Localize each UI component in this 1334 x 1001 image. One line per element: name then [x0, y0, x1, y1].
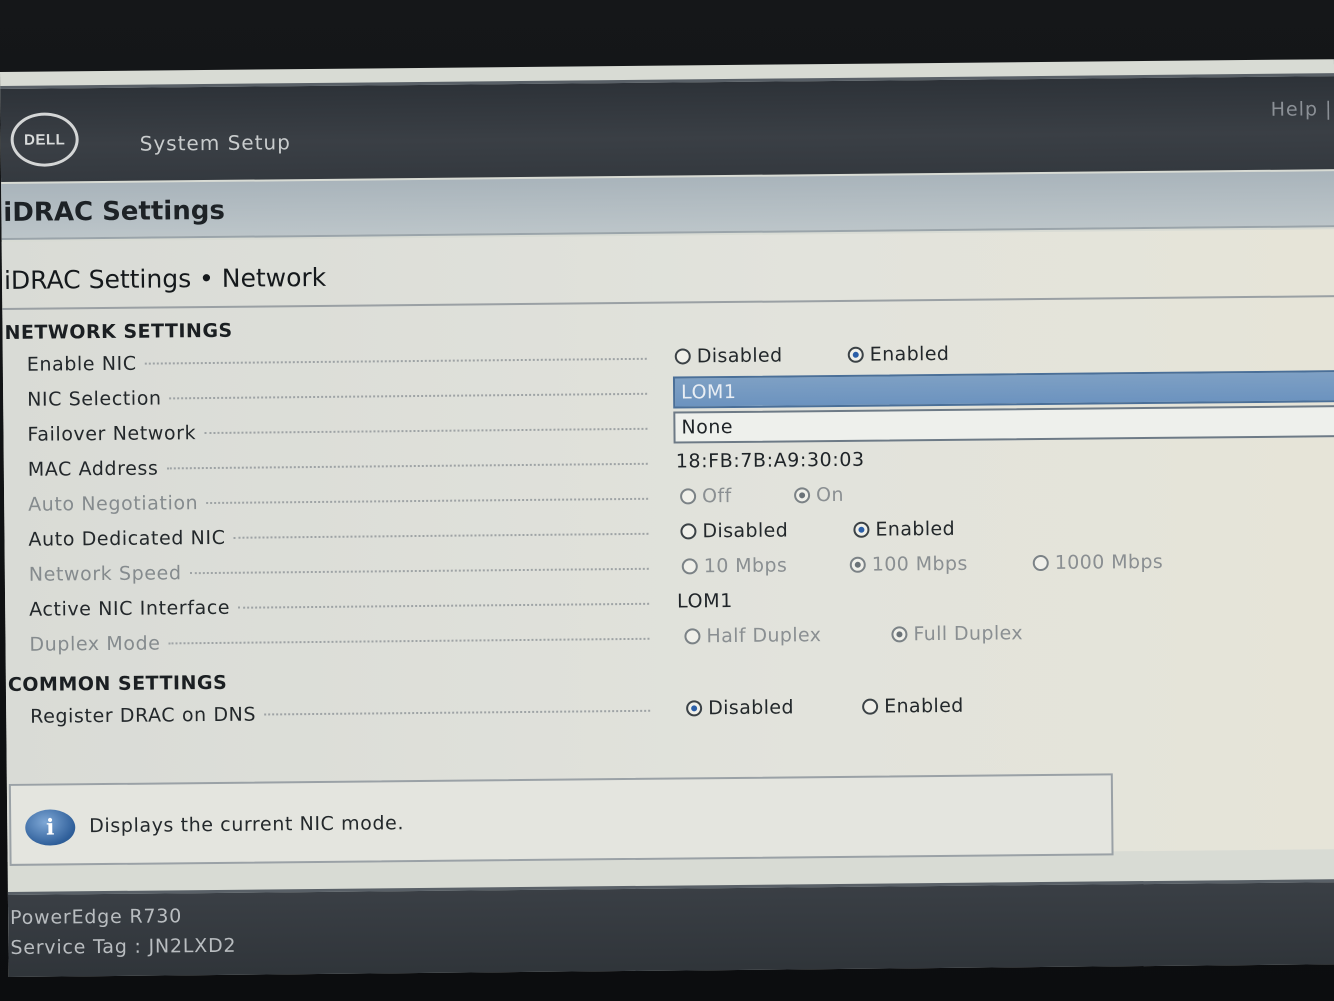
failover-network-dropdown[interactable]: None — [673, 405, 1334, 444]
radio-off-icon — [680, 488, 697, 505]
radio-off-icon — [862, 698, 879, 715]
radio-off-icon — [1032, 554, 1049, 572]
network-speed-1000-radio[interactable]: 1000 Mbps — [1032, 551, 1163, 574]
register-drac-disabled-radio[interactable]: Disabled — [686, 696, 794, 719]
system-model: PowerEdge R730 — [10, 905, 183, 929]
register-drac-enabled-radio[interactable]: Enabled — [862, 695, 964, 718]
radio-on-icon — [853, 521, 870, 538]
radio-off-icon — [681, 558, 698, 575]
duplex-mode-half-radio[interactable]: Half Duplex — [684, 624, 822, 647]
active-nic-interface-value: LOM1 — [677, 589, 733, 613]
network-speed-10-radio[interactable]: 10 Mbps — [681, 554, 787, 577]
system-footer: PowerEdge R730 Service Tag : JN2LXD2 — [7, 879, 1334, 977]
dell-logo: DELL — [10, 112, 79, 167]
radio-on-icon — [891, 626, 908, 643]
auto-negotiation-off-radio[interactable]: Off — [680, 485, 732, 507]
auto-dedicated-nic-disabled-radio[interactable]: Disabled — [680, 519, 788, 542]
failover-network-label: Failover Network — [27, 417, 648, 446]
radio-off-icon — [684, 628, 701, 645]
enable-nic-disabled-radio[interactable]: Disabled — [674, 345, 783, 368]
radio-on-icon — [686, 700, 703, 717]
help-link[interactable]: Help | — [1271, 98, 1333, 121]
auto-dedicated-nic-enabled-radio[interactable]: Enabled — [853, 518, 955, 541]
radio-off-icon — [680, 523, 697, 540]
network-speed-label: Network Speed — [29, 557, 649, 586]
network-settings-heading: NETWORK SETTINGS — [4, 319, 233, 344]
nic-selection-label: NIC Selection — [27, 382, 648, 411]
duplex-mode-full-radio[interactable]: Full Duplex — [891, 622, 1023, 645]
common-settings-heading: COMMON SETTINGS — [7, 671, 228, 696]
app-title: System Setup — [139, 130, 291, 156]
subtitle-divider — [2, 295, 1334, 310]
nic-selection-dropdown[interactable]: LOM1 — [672, 370, 1334, 409]
page-title: iDRAC Settings — [3, 195, 225, 228]
settings-content: iDRAC Settings • Network NETWORK SETTING… — [1, 229, 1334, 862]
auto-dedicated-nic-label: Auto Dedicated NIC — [28, 522, 649, 551]
duplex-mode-label: Duplex Mode — [29, 627, 650, 656]
help-info-text: Displays the current NIC mode. — [89, 812, 405, 838]
title-band: iDRAC Settings — [1, 171, 1334, 240]
mac-address-label: MAC Address — [28, 452, 648, 481]
help-info-panel: i Displays the current NIC mode. — [8, 773, 1114, 866]
page-subtitle: iDRAC Settings • Network — [3, 262, 327, 295]
mac-address-value: 18:FB:7B:A9:30:03 — [675, 448, 865, 473]
enable-nic-label: Enable NIC — [27, 347, 647, 376]
dell-logo-text: DELL — [23, 130, 66, 149]
radio-off-icon — [674, 348, 691, 365]
top-header: DELL System Setup Help | — [0, 73, 1334, 182]
info-icon: i — [25, 809, 76, 846]
bios-screen: DELL System Setup Help | iDRAC Settings … — [0, 59, 1334, 977]
radio-on-icon — [794, 487, 811, 504]
active-nic-interface-label: Active NIC Interface — [29, 592, 650, 621]
network-speed-100-radio[interactable]: 100 Mbps — [849, 553, 968, 576]
row-register-drac-on-dns: Register DRAC on DNS Disabled Enabled — [6, 687, 1334, 734]
auto-negotiation-on-radio[interactable]: On — [794, 484, 844, 506]
service-tag: Service Tag : JN2LXD2 — [10, 934, 237, 959]
auto-negotiation-label: Auto Negotiation — [28, 487, 649, 516]
register-drac-on-dns-label: Register DRAC on DNS — [30, 699, 651, 728]
radio-on-icon — [847, 346, 864, 363]
radio-on-icon — [849, 556, 866, 573]
enable-nic-enabled-radio[interactable]: Enabled — [847, 343, 949, 366]
